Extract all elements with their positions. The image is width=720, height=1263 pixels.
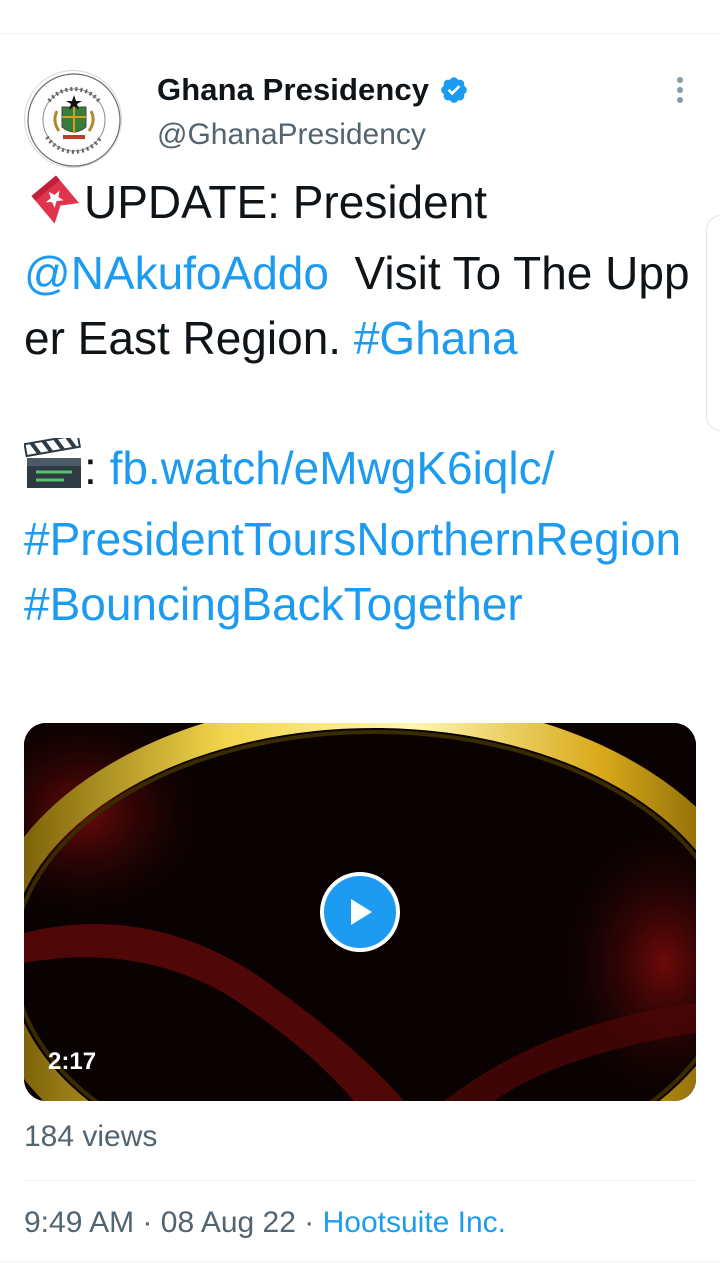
colon: :: [84, 442, 97, 494]
more-options-icon[interactable]: [666, 74, 694, 108]
video-player[interactable]: 2:17: [24, 723, 696, 1101]
text-update: UPDATE: President: [84, 176, 488, 228]
top-divider: [0, 33, 720, 34]
clapper-board-emoji-icon: [23, 433, 84, 507]
fb-watch-link[interactable]: fb.watch/eMwgK6iqlc/: [110, 442, 555, 494]
handle[interactable]: @GhanaPresidency: [157, 118, 426, 152]
tweet-source[interactable]: Hootsuite Inc.: [323, 1206, 506, 1239]
view-count: 184 views: [24, 1120, 158, 1153]
avatar[interactable]: [24, 70, 122, 168]
tweet-text: UPDATE: President @NAkufoAddo Visit To T…: [23, 170, 704, 637]
tweet-metadata: 9:49 AM · 08 Aug 22 · Hootsuite Inc.: [24, 1206, 506, 1240]
display-name[interactable]: Ghana Presidency: [157, 72, 429, 108]
presidency-seal-icon: [27, 73, 121, 167]
scroll-edge: [706, 215, 720, 431]
hashtag-bouncing[interactable]: #BouncingBackTogether: [24, 578, 523, 630]
mention-link[interactable]: @NAkufoAddo: [24, 247, 329, 299]
video-duration: 2:17: [48, 1048, 97, 1075]
tweet-date[interactable]: 08 Aug 22: [161, 1206, 296, 1239]
separator: ·: [142, 1206, 153, 1239]
separator: ·: [304, 1206, 315, 1239]
name-row: Ghana Presidency: [157, 70, 469, 110]
hashtag-tours[interactable]: #PresidentToursNorthernRegion: [24, 513, 681, 565]
play-icon: [351, 899, 372, 925]
bottom-divider: [0, 1261, 720, 1262]
verified-badge-icon: [439, 75, 469, 105]
tweet-time[interactable]: 9:49 AM: [24, 1206, 134, 1239]
hashtag-ghana[interactable]: #Ghana: [354, 312, 518, 364]
play-button[interactable]: [320, 872, 400, 952]
meta-divider: [24, 1180, 696, 1181]
bookmark-emoji-icon: [24, 172, 84, 241]
